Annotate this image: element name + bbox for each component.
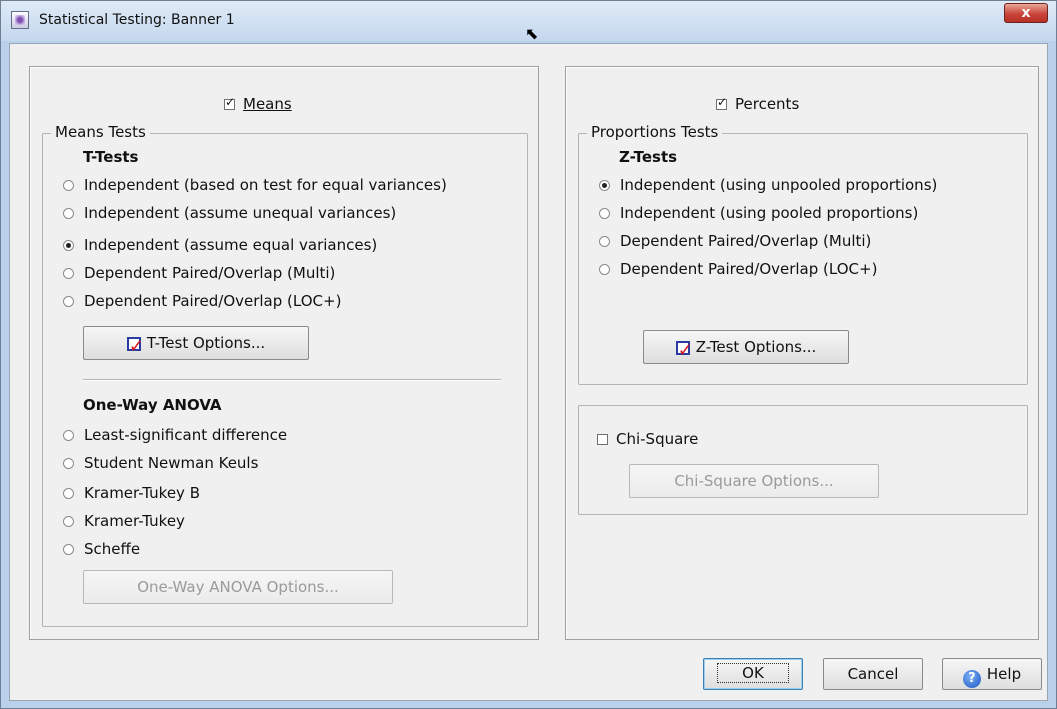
proportions-tests-group: Proportions Tests Z-Tests Independent (u… — [578, 123, 1028, 385]
means-checkbox[interactable]: Means — [224, 95, 292, 113]
radio-button[interactable] — [599, 236, 610, 247]
anova-option[interactable]: Kramer-Tukey — [63, 512, 185, 530]
ttest-option[interactable]: Independent (assume unequal variances) — [63, 204, 396, 222]
ztest-options-button[interactable]: Z-Test Options... — [643, 330, 849, 367]
ttest-option-label: Independent (assume unequal variances) — [84, 204, 397, 222]
divider — [83, 379, 501, 381]
means-tests-group-title: Means Tests — [51, 123, 150, 141]
anova-options-button[interactable]: One-Way ANOVA Options... — [83, 570, 393, 604]
help-icon: ? — [962, 670, 981, 688]
ok-button[interactable]: OK — [703, 658, 803, 690]
radio-button[interactable] — [63, 208, 74, 219]
ttest-option[interactable]: Dependent Paired/Overlap (Multi) — [63, 264, 335, 282]
anova-option[interactable]: Least-significant difference — [63, 426, 287, 444]
radio-button[interactable] — [63, 180, 74, 191]
cancel-button[interactable]: Cancel — [823, 658, 923, 690]
ttest-option-label: Dependent Paired/Overlap (LOC+) — [84, 292, 342, 310]
ztest-option[interactable]: Independent (using unpooled proportions) — [599, 176, 937, 194]
chi-square-group: Chi-Square Chi-Square Options... — [578, 405, 1028, 515]
window-title: Statistical Testing: Banner 1 — [39, 12, 235, 28]
ztest-option[interactable]: Independent (using pooled proportions) — [599, 204, 918, 222]
radio-button[interactable] — [599, 208, 610, 219]
checked-checkbox-icon — [126, 331, 144, 363]
radio-button[interactable] — [63, 544, 74, 555]
ztest-options-label: Z-Test Options... — [695, 338, 817, 356]
anova-option-label: Student Newman Keuls — [84, 454, 259, 472]
help-button-label: Help — [986, 665, 1022, 683]
radio-button[interactable] — [63, 516, 74, 527]
ok-button-label: OK — [717, 663, 789, 683]
dialog-body: Means Means Tests T-Tests Independent (b… — [9, 43, 1048, 701]
help-button[interactable]: ? Help — [942, 658, 1042, 690]
ztest-option-label: Dependent Paired/Overlap (Multi) — [620, 232, 872, 250]
means-tests-group: Means Tests T-Tests Independent (based o… — [42, 123, 528, 627]
title-bar[interactable]: Statistical Testing: Banner 1 ⬉ x — [1, 1, 1056, 43]
means-checkbox-label: Means — [243, 95, 292, 113]
ztest-option-label: Independent (using pooled proportions) — [620, 204, 919, 222]
radio-button[interactable] — [63, 296, 74, 307]
ztest-option[interactable]: Dependent Paired/Overlap (Multi) — [599, 232, 871, 250]
anova-option-label: Least-significant difference — [84, 426, 288, 444]
radio-button[interactable] — [599, 264, 610, 275]
radio-button-selected[interactable] — [599, 180, 610, 191]
cancel-button-label: Cancel — [847, 665, 899, 683]
percents-checkbox-box[interactable] — [716, 95, 727, 110]
dialog-window: Statistical Testing: Banner 1 ⬉ x Means … — [0, 0, 1057, 709]
ttest-option[interactable]: Independent (assume equal variances) — [63, 236, 377, 254]
checked-checkbox-icon — [675, 335, 693, 367]
anova-option-label: Kramer-Tukey — [84, 512, 185, 530]
chi-square-options-button[interactable]: Chi-Square Options... — [629, 464, 879, 498]
close-button[interactable]: x — [1004, 3, 1048, 23]
anova-option-label: Scheffe — [84, 540, 141, 558]
ztest-option-label: Independent (using unpooled proportions) — [620, 176, 938, 194]
ttest-options-label: T-Test Options... — [146, 334, 266, 352]
radio-button[interactable] — [63, 430, 74, 441]
percents-checkbox[interactable]: Percents — [716, 95, 799, 113]
ttest-option[interactable]: Independent (based on test for equal var… — [63, 176, 447, 194]
ttest-options-button[interactable]: T-Test Options... — [83, 326, 309, 363]
ttests-heading: T-Tests — [83, 148, 139, 166]
ztest-option[interactable]: Dependent Paired/Overlap (LOC+) — [599, 260, 877, 278]
ztest-option-label: Dependent Paired/Overlap (LOC+) — [620, 260, 878, 278]
percents-panel: Percents Proportions Tests Z-Tests Indep… — [565, 66, 1039, 640]
percents-checkbox-label: Percents — [735, 95, 800, 113]
chi-square-checkbox[interactable]: Chi-Square — [597, 430, 698, 448]
anova-option[interactable]: Student Newman Keuls — [63, 454, 258, 472]
radio-button[interactable] — [63, 268, 74, 279]
ztests-heading: Z-Tests — [619, 148, 678, 166]
means-panel: Means Means Tests T-Tests Independent (b… — [29, 66, 539, 640]
chi-square-checkbox-label: Chi-Square — [616, 430, 699, 448]
anova-option[interactable]: Scheffe — [63, 540, 140, 558]
anova-options-label: One-Way ANOVA Options... — [137, 578, 339, 596]
anova-option-label: Kramer-Tukey B — [84, 484, 200, 502]
anova-heading: One-Way ANOVA — [83, 396, 222, 414]
radio-button[interactable] — [63, 488, 74, 499]
radio-button[interactable] — [63, 458, 74, 469]
ttest-option-label: Independent (assume equal variances) — [84, 236, 378, 254]
radio-button-selected[interactable] — [63, 240, 74, 251]
ttest-option-label: Independent (based on test for equal var… — [84, 176, 447, 194]
ttest-option-label: Dependent Paired/Overlap (Multi) — [84, 264, 336, 282]
anova-option[interactable]: Kramer-Tukey B — [63, 484, 200, 502]
chi-square-options-label: Chi-Square Options... — [674, 472, 834, 490]
means-checkbox-box[interactable] — [224, 95, 235, 110]
app-icon — [11, 11, 29, 29]
ttest-option[interactable]: Dependent Paired/Overlap (LOC+) — [63, 292, 341, 310]
proportions-tests-group-title: Proportions Tests — [587, 123, 723, 141]
chi-square-checkbox-box[interactable] — [597, 434, 608, 445]
mouse-cursor-icon: ⬉ — [525, 24, 539, 43]
